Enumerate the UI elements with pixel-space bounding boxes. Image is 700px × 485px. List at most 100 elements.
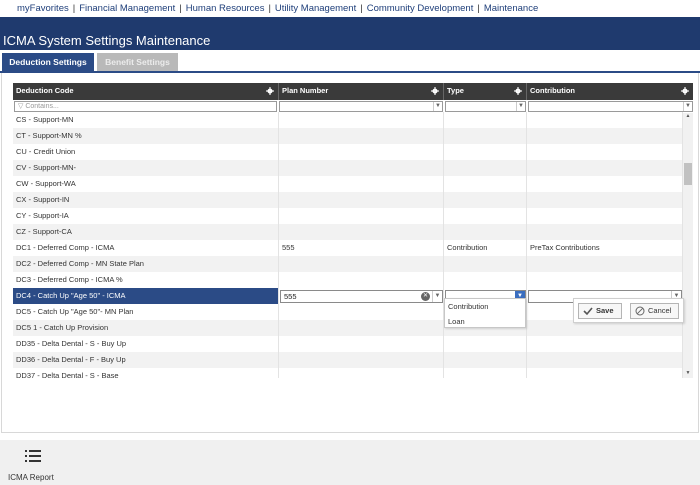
table-row[interactable]: DC1 - Deferred Comp - ICMA 555 Contributio…	[13, 240, 683, 256]
scroll-up-icon[interactable]: ▲	[685, 113, 691, 119]
cancel-icon	[635, 306, 645, 316]
footer-toolbar: ICMA Report	[0, 440, 700, 485]
scrollbar-thumb[interactable]	[684, 163, 692, 185]
table-row[interactable]: CT - Support-MN %	[13, 128, 683, 144]
column-header-contribution[interactable]: Contribution	[527, 83, 693, 100]
deduction-code-cell: DC3 - Deferred Comp - ICMA %	[13, 272, 279, 288]
plan-number-input[interactable]: 555 ✕ ▼	[280, 290, 443, 303]
table-row[interactable]: CV - Support-MN-	[13, 160, 683, 176]
deduction-code-cell: CT - Support-MN %	[13, 128, 279, 144]
tab-benefit-settings[interactable]: Benefit Settings	[97, 53, 178, 72]
plan-number-filter-select[interactable]: ▼	[279, 101, 443, 112]
column-header-type[interactable]: Type	[444, 83, 527, 100]
plan-number-cell	[279, 192, 444, 208]
nav-separator: |	[72, 3, 76, 14]
type-cell	[444, 256, 527, 272]
scroll-down-icon[interactable]: ▼	[685, 370, 691, 376]
gear-icon[interactable]	[431, 87, 439, 95]
table-row[interactable]: DD35 - Delta Dental - S - Buy Up	[13, 336, 683, 352]
plan-number-cell	[279, 320, 444, 336]
table-row[interactable]: CU - Credit Union	[13, 144, 683, 160]
nav-maintenance[interactable]: Maintenance	[484, 3, 538, 14]
plan-number-cell	[279, 112, 444, 128]
type-dropdown-list: Contribution Loan	[444, 298, 526, 328]
contribution-cell	[527, 256, 683, 272]
deduction-code-cell: CY - Support-IA	[13, 208, 279, 224]
gear-icon[interactable]	[266, 87, 274, 95]
top-navigation: myFavorites | Financial Management | Human R…	[0, 0, 700, 17]
tab-deduction-settings[interactable]: Deduction Settings	[2, 53, 94, 72]
table-row[interactable]: CY - Support-IA	[13, 208, 683, 224]
deduction-code-cell: DC5 - Catch Up "Age 50"- MN Plan	[13, 304, 279, 320]
chevron-down-icon[interactable]: ▼	[433, 102, 442, 111]
list-icon	[25, 450, 41, 462]
gear-icon[interactable]	[514, 87, 522, 95]
deduction-code-cell: DC1 - Deferred Comp - ICMA	[13, 240, 279, 256]
nav-community-development[interactable]: Community Development	[367, 3, 474, 14]
contribution-filter-select[interactable]: ▼	[528, 101, 693, 112]
type-filter-select[interactable]: ▼	[445, 101, 526, 112]
nav-financial-management[interactable]: Financial Management	[79, 3, 175, 14]
table-row[interactable]: DD37 - Delta Dental - S - Base	[13, 368, 683, 378]
table-row[interactable]: CW - Support-WA	[13, 176, 683, 192]
cancel-button[interactable]: Cancel	[630, 303, 679, 319]
chevron-down-icon[interactable]: ▼	[432, 291, 442, 302]
nav-separator: |	[179, 3, 182, 14]
contribution-cell	[527, 192, 683, 208]
field-value: 555	[284, 292, 297, 301]
table-row[interactable]: DC2 - Deferred Comp - MN State Plan	[13, 256, 683, 272]
type-cell	[444, 368, 527, 378]
checkmark-icon	[583, 307, 593, 316]
type-cell: Contribution	[444, 240, 527, 256]
contribution-cell	[527, 368, 683, 378]
table-row[interactable]: CS - Support-MN	[13, 112, 683, 128]
nav-separator: |	[268, 3, 271, 14]
plan-number-cell	[279, 128, 444, 144]
column-title: Type	[447, 86, 464, 95]
contribution-cell	[527, 336, 683, 352]
type-cell	[444, 336, 527, 352]
deduction-code-cell: CV - Support-MN-	[13, 160, 279, 176]
contribution-cell	[527, 128, 683, 144]
deduction-code-cell: DD37 - Delta Dental - S - Base	[13, 368, 279, 378]
nav-utility-management[interactable]: Utility Management	[275, 3, 356, 14]
plan-number-cell	[279, 160, 444, 176]
type-cell	[444, 160, 527, 176]
deduction-code-filter-input[interactable]: ▽ Contains...	[14, 101, 277, 112]
plan-number-cell	[279, 304, 444, 320]
gear-icon[interactable]	[681, 87, 689, 95]
plan-number-cell	[279, 176, 444, 192]
nav-separator: |	[477, 3, 480, 14]
grid-scrollbar[interactable]: ▲ ▼	[683, 113, 693, 378]
contribution-cell	[527, 272, 683, 288]
plan-number-cell	[279, 368, 444, 378]
chevron-down-icon[interactable]: ▼	[683, 102, 692, 111]
deduction-code-cell: CU - Credit Union	[13, 144, 279, 160]
save-button[interactable]: Save	[578, 303, 622, 319]
contribution-cell	[527, 144, 683, 160]
type-option-loan[interactable]: Loan	[445, 314, 525, 329]
deduction-code-cell: DC5 1 - Catch Up Provision	[13, 320, 279, 336]
column-header-deduction-code[interactable]: Deduction Code	[13, 83, 279, 100]
nav-human-resources[interactable]: Human Resources	[186, 3, 265, 14]
type-cell	[444, 224, 527, 240]
contribution-cell	[527, 160, 683, 176]
nav-myfavorites[interactable]: myFavorites	[17, 3, 69, 14]
table-row[interactable]: DC3 - Deferred Comp - ICMA %	[13, 272, 683, 288]
deduction-code-cell: DC4 - Catch Up "Age 50" - ICMA	[13, 288, 279, 304]
deduction-code-cell: CZ - Support-CA	[13, 224, 279, 240]
type-cell	[444, 272, 527, 288]
table-row[interactable]: CX - Support-IN	[13, 192, 683, 208]
plan-number-cell	[279, 256, 444, 272]
column-header-plan-number[interactable]: Plan Number	[279, 83, 444, 100]
chevron-down-icon[interactable]: ▼	[516, 102, 525, 111]
type-cell	[444, 192, 527, 208]
cancel-label: Cancel	[648, 306, 672, 315]
column-title: Deduction Code	[16, 86, 74, 95]
clear-icon[interactable]: ✕	[421, 292, 430, 301]
column-title: Contribution	[530, 86, 575, 95]
table-row[interactable]: CZ - Support-CA	[13, 224, 683, 240]
table-row[interactable]: DD36 - Delta Dental - F - Buy Up	[13, 352, 683, 368]
type-cell	[444, 144, 527, 160]
type-option-contribution[interactable]: Contribution	[445, 299, 525, 314]
